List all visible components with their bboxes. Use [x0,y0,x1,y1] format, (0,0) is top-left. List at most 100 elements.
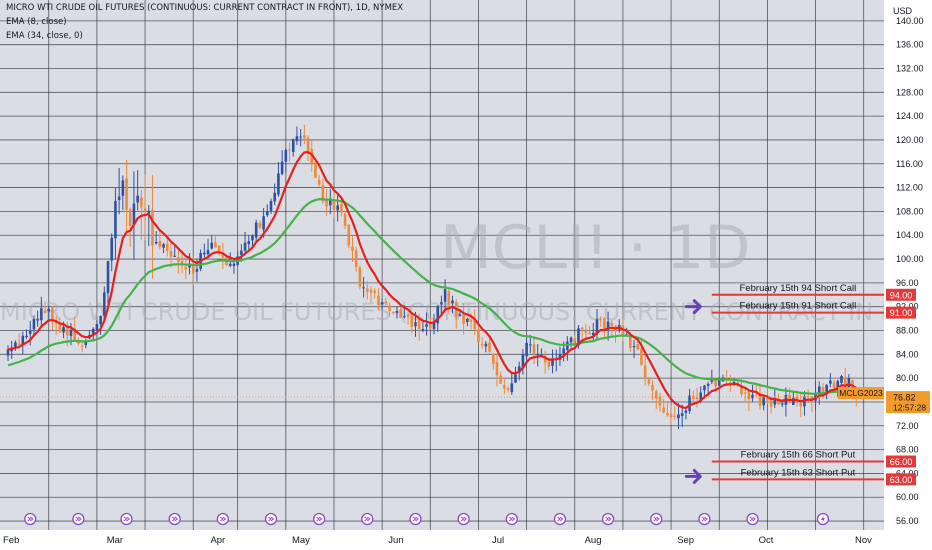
level-price-tag-text: 63.00 [890,475,913,485]
candle-body [651,384,654,391]
candle-body [214,242,217,248]
time-tick-label: May [292,535,310,546]
candle-body [506,388,510,390]
candle-body [51,307,54,320]
time-axis[interactable]: FebMarAprMayJunJulAugSepOctNovDec2023 [0,530,932,550]
candle-body [703,385,706,391]
candle-body [217,245,221,252]
candle-body [677,414,680,419]
candle-body [47,309,51,312]
candle-body [525,342,528,357]
candle-body [203,252,206,255]
candle-body [195,269,199,272]
candle-body [484,343,488,347]
candle-body [154,241,158,244]
candle-body [562,348,565,354]
candle-body [240,250,243,256]
candle-body [210,242,214,249]
candle-body [832,382,836,389]
time-tick-label: Jul [492,535,504,546]
candle-body [440,302,443,305]
candle-body [69,329,73,336]
candle-body [232,263,236,266]
candle-body [414,322,417,327]
candle-body [469,319,473,322]
candle-body [666,413,669,416]
symbol-title: MICRO WTI CRUDE OIL FUTURES (CONTINUOUS:… [6,3,404,13]
candle-body [99,316,102,325]
candle-body [529,344,532,346]
candle-body [840,376,843,383]
candle-body [347,224,351,246]
candle-body [191,266,195,274]
candle-body [636,344,640,350]
price-axis[interactable]: USD 140.00 136.00 132.00 128.00 124.00 120.00… [884,0,932,530]
candle-body [466,318,469,322]
candle-body [632,345,636,348]
candle-body [32,319,36,330]
candle-body [580,327,584,330]
candle-body [388,305,391,312]
level-price-tag-text: 66.00 [890,457,913,467]
candle-body [206,250,210,255]
price-tick-label: 56.00 [896,516,919,526]
candle-body [480,343,484,346]
candle-body [136,195,139,203]
candle-body [288,149,291,151]
candle-body [706,383,710,386]
candle-body [658,396,662,406]
candle-body [640,348,643,365]
candle-body [177,257,180,262]
candle-body [17,343,21,346]
candle-body [499,375,502,384]
candle-body [573,338,577,344]
candle-body [280,161,284,174]
candle-body [362,287,365,289]
candle-body [351,246,354,251]
price-tick-label: 112.00 [896,183,923,193]
candle-body [147,210,151,214]
time-tick-label: Aug [585,535,602,546]
candle-body [547,361,551,367]
candle-body [165,243,169,251]
candle-body [425,324,428,327]
candle-body [36,319,39,321]
price-tick-label: 132.00 [896,63,924,73]
candle-body [510,383,514,393]
candle-body [65,327,69,336]
candle-body [258,222,262,228]
candle-body [140,197,143,208]
candle-body [717,380,721,386]
candle-body [340,204,343,213]
price-tick-label: 80.00 [896,373,919,383]
candle-body [251,235,254,241]
candle-body [151,209,154,246]
price-chart[interactable]: MCLI! · 1D MICRO WTI CRUDE OIL FUTURES (… [0,0,932,550]
candle-body [254,222,258,238]
candle-body [647,377,651,384]
time-axis-background [0,530,932,550]
candle-body [128,209,132,227]
level-price-tag-text: 91.00 [890,308,913,318]
price-tick-label: 120.00 [896,135,924,145]
candle-body [110,237,114,261]
candle-body [117,196,121,200]
candle-body [588,332,591,335]
candle-body [377,295,380,305]
ema-slow-legend[interactable]: EMA (34, close, 0) [6,31,83,41]
candle-body [125,178,128,210]
candle-body [228,263,232,266]
candle-body [243,242,247,251]
time-tick-label: Oct [759,535,774,546]
candle-body [391,311,395,313]
candle-body [40,308,43,321]
candle-body [751,394,754,399]
candle-body [662,407,665,413]
candle-body [788,394,791,403]
candle-body [829,380,832,384]
time-tick-label: Mar [107,535,123,546]
level-label: February 15th 63 Short Put [741,467,856,478]
candle-body [28,330,32,334]
time-tick-label: Jun [388,535,403,546]
ema-fast-legend[interactable]: EMA (8, close) [6,17,67,27]
